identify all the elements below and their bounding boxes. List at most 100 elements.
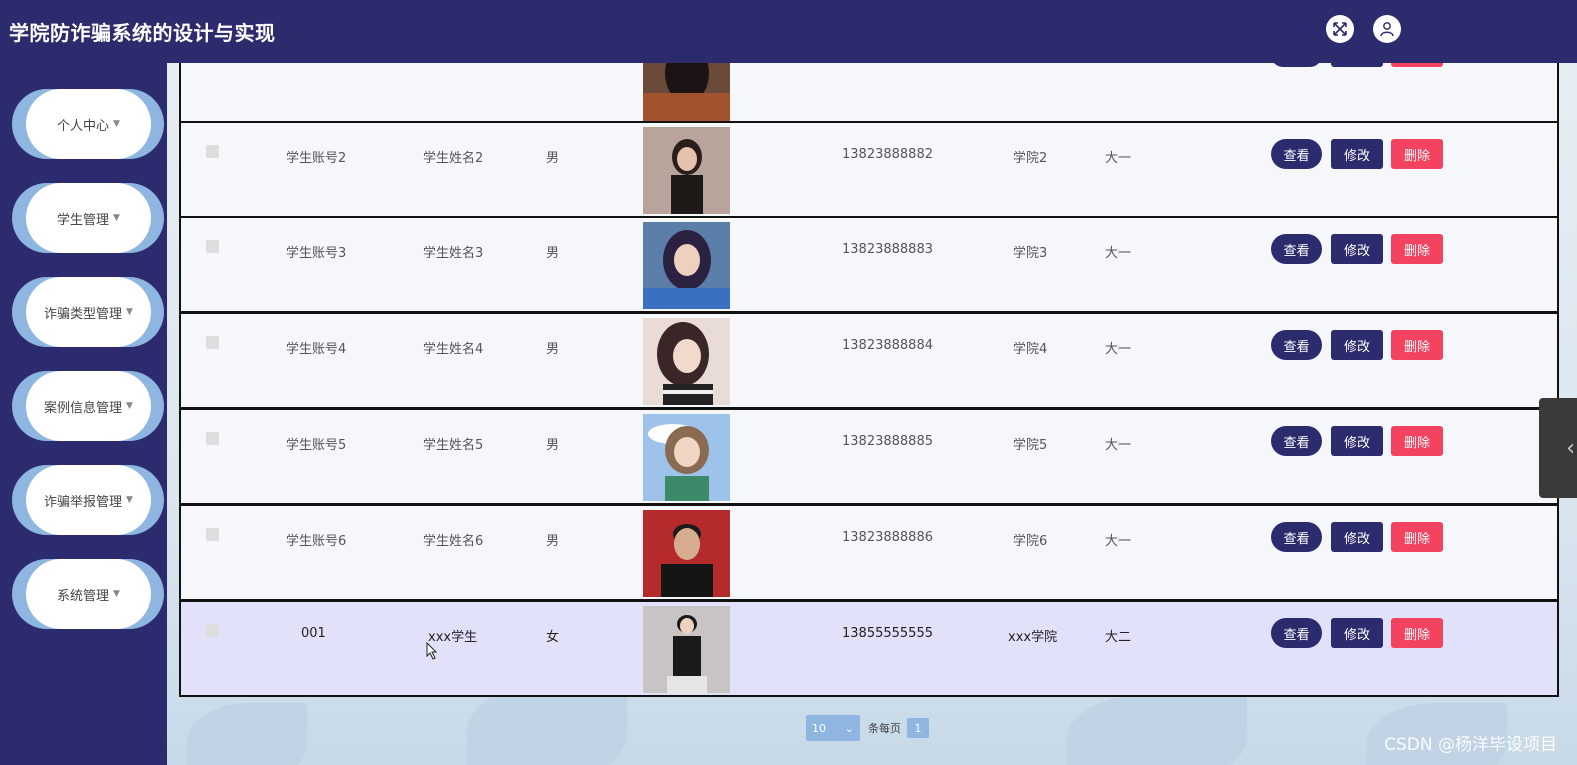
user-icon[interactable] — [1373, 15, 1401, 43]
student-account: 学生账号5 — [286, 438, 347, 453]
caret-down-icon: ▼ — [126, 495, 133, 505]
edit-button[interactable]: 修改 — [1331, 618, 1383, 648]
per-page-label: 条每页 — [868, 722, 901, 735]
edit-button[interactable]: 修改 — [1331, 522, 1383, 552]
student-gender: 女 — [546, 630, 560, 645]
student-account: 学生账号3 — [286, 246, 347, 261]
student-name: 学生姓名4 — [423, 342, 484, 357]
student-phone: 13823888882 — [842, 147, 933, 162]
app-header: 学院防诈骗系统的设计与实现 — [0, 0, 1577, 63]
student-photo — [643, 127, 730, 214]
table-row — [179, 63, 1559, 123]
student-grade: 大二 — [1105, 630, 1132, 645]
delete-button[interactable]: 删除 — [1391, 330, 1443, 360]
page-number-button[interactable]: 1 — [907, 718, 929, 738]
sidebar-item-fraud-report-management[interactable]: 诈骗举报管理 ▼ — [12, 465, 164, 535]
student-photo — [643, 510, 730, 597]
edit-button[interactable]: 修改 — [1331, 330, 1383, 360]
student-phone: 13855555555 — [842, 626, 933, 641]
row-checkbox[interactable] — [206, 528, 219, 541]
sidebar-item-personal-center[interactable]: 个人中心 ▼ — [12, 89, 164, 159]
delete-button[interactable]: 删除 — [1391, 139, 1443, 169]
chevron-down-icon: ⌄ — [844, 721, 854, 735]
student-name: 学生姓名2 — [423, 151, 484, 166]
student-photo — [643, 606, 730, 693]
sidebar-item-label: 诈骗类型管理 — [44, 306, 123, 322]
delete-button[interactable] — [1391, 63, 1443, 67]
pagination: 10 ⌄ 条每页 1 — [806, 715, 929, 741]
view-button[interactable]: 查看 — [1271, 330, 1322, 360]
app-title: 学院防诈骗系统的设计与实现 — [9, 21, 276, 45]
sidebar: 个人中心 ▼ 学生管理 ▼ 诈骗类型管理 ▼ 案例信息管理 ▼ 诈骗举报管理 ▼ 系统管理… — [0, 63, 167, 765]
table-row: 学生账号5 学生姓名5 男 13823888885 学院5 大一 查看 修改 删… — [179, 408, 1559, 505]
sidebar-item-label: 个人中心 — [57, 118, 110, 134]
watermark: CSDN @杨洋毕设项目 — [1384, 735, 1557, 755]
student-phone: 13823888884 — [842, 338, 933, 353]
sidebar-item-system-management[interactable]: 系统管理 ▼ — [12, 559, 164, 629]
background-decoration — [1067, 693, 1247, 765]
view-button[interactable] — [1271, 63, 1322, 67]
student-photo — [643, 222, 730, 309]
student-college: 学院6 — [1013, 534, 1048, 549]
student-gender: 男 — [546, 246, 560, 261]
student-phone: 13823888885 — [842, 434, 933, 449]
view-button[interactable]: 查看 — [1271, 234, 1322, 264]
table-row: 学生账号3 学生姓名3 男 13823888883 学院3 大一 查看 修改 删… — [179, 216, 1559, 313]
caret-down-icon: ▼ — [113, 589, 120, 599]
student-gender: 男 — [546, 534, 560, 549]
edit-button[interactable] — [1331, 63, 1383, 67]
student-college: 学院5 — [1013, 438, 1048, 453]
view-button[interactable]: 查看 — [1271, 522, 1322, 552]
edit-button[interactable]: 修改 — [1331, 139, 1383, 169]
student-photo — [643, 318, 730, 405]
view-button[interactable]: 查看 — [1271, 139, 1322, 169]
table-row: 学生账号4 学生姓名4 男 13823888884 学院4 大一 查看 修改 删… — [179, 312, 1559, 409]
sidebar-item-label: 案例信息管理 — [44, 400, 123, 416]
mouse-cursor-icon — [426, 641, 438, 664]
view-button[interactable]: 查看 — [1271, 618, 1322, 648]
row-checkbox[interactable] — [206, 432, 219, 445]
sidebar-item-label: 学生管理 — [57, 212, 110, 228]
caret-down-icon: ▼ — [113, 213, 120, 223]
edit-button[interactable]: 修改 — [1331, 426, 1383, 456]
page-size-value: 10 — [812, 721, 826, 735]
student-gender: 男 — [546, 151, 560, 166]
sidebar-item-case-info-management[interactable]: 案例信息管理 ▼ — [12, 371, 164, 441]
delete-button[interactable]: 删除 — [1391, 234, 1443, 264]
delete-button[interactable]: 删除 — [1391, 618, 1443, 648]
row-checkbox[interactable] — [206, 145, 219, 158]
student-name: 学生姓名5 — [423, 438, 484, 453]
row-checkbox[interactable] — [206, 240, 219, 253]
delete-button[interactable]: 删除 — [1391, 426, 1443, 456]
student-account: 学生账号6 — [286, 534, 347, 549]
student-college: 学院4 — [1013, 342, 1048, 357]
sidebar-item-fraud-type-management[interactable]: 诈骗类型管理 ▼ — [12, 277, 164, 347]
sidebar-item-student-management[interactable]: 学生管理 ▼ — [12, 183, 164, 253]
row-checkbox[interactable] — [206, 624, 219, 637]
student-grade: 大一 — [1105, 534, 1132, 549]
student-photo — [643, 414, 730, 501]
side-drawer-toggle[interactable]: ‹ — [1539, 398, 1577, 498]
background-decoration — [187, 703, 307, 765]
student-grade: 大一 — [1105, 246, 1132, 261]
student-account: 学生账号4 — [286, 342, 347, 357]
view-button[interactable]: 查看 — [1271, 426, 1322, 456]
table-row: 001 xxx学生 女 13855555555 xxx学院 大二 查看 修改 删… — [179, 600, 1559, 697]
student-name: 学生姓名6 — [423, 534, 484, 549]
caret-down-icon: ▼ — [126, 307, 133, 317]
row-checkbox[interactable] — [206, 336, 219, 349]
page-size-select[interactable]: 10 ⌄ — [806, 715, 860, 741]
caret-down-icon: ▼ — [126, 401, 133, 411]
delete-button[interactable]: 删除 — [1391, 522, 1443, 552]
table-row: 学生账号2 学生姓名2 男 13823888882 学院2 大一 查看 修改 删… — [179, 121, 1559, 218]
student-account: 学生账号2 — [286, 151, 347, 166]
edit-button[interactable]: 修改 — [1331, 234, 1383, 264]
table-row: 学生账号6 学生姓名6 男 13823888886 学院6 大一 查看 修改 删… — [179, 504, 1559, 601]
student-grade: 大一 — [1105, 151, 1132, 166]
sidebar-item-label: 诈骗举报管理 — [44, 494, 123, 510]
sidebar-item-label: 系统管理 — [57, 588, 110, 604]
fullscreen-icon[interactable] — [1326, 15, 1354, 43]
student-name: 学生姓名3 — [423, 246, 484, 261]
student-photo — [643, 63, 730, 121]
student-college: 学院2 — [1013, 151, 1048, 166]
